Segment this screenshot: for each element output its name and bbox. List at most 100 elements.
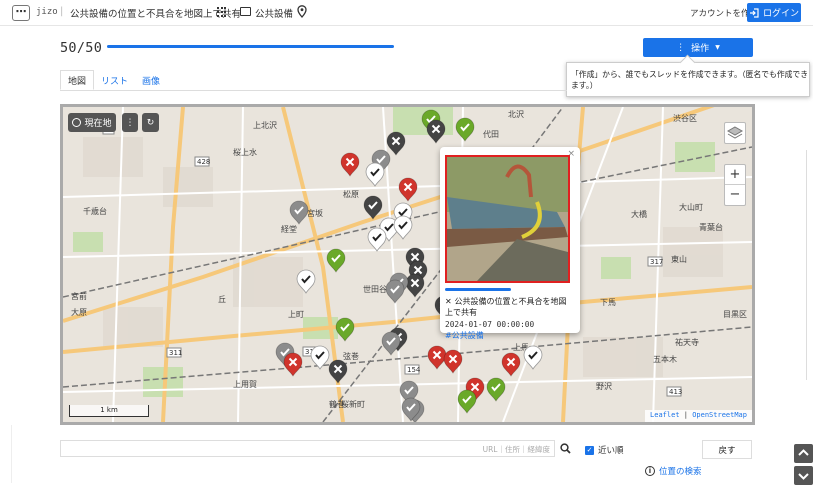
apps-grid-icon[interactable]	[217, 7, 227, 17]
popup-divider	[445, 288, 511, 291]
chevron-up-icon	[798, 449, 809, 456]
popup-date: 2024-01-07 00:00:00	[445, 320, 535, 329]
layers-icon	[726, 126, 744, 139]
search-icon[interactable]	[560, 443, 571, 454]
login-icon	[749, 7, 759, 18]
place-label: 渋谷区	[673, 113, 697, 123]
chat-icon[interactable]	[240, 7, 251, 16]
crosshair-icon	[72, 118, 82, 127]
app-name[interactable]: jizo	[36, 7, 58, 17]
equipment-photo[interactable]	[445, 155, 570, 283]
place-label: 上用賀	[233, 379, 257, 389]
menu-button[interactable]: ⋯	[12, 5, 30, 21]
place-label: 鶴巻	[329, 399, 345, 409]
place-label: 祐天寺	[675, 337, 699, 347]
search-placeholder: URL｜住所｜経緯度	[482, 445, 550, 454]
operations-label: 操作	[691, 44, 710, 54]
layers-button[interactable]	[724, 122, 746, 144]
road-413-label: 413	[669, 388, 682, 396]
title-separator: |	[60, 6, 64, 17]
top-bar: ⋯ jizo | 公共設備の位置と不具合を地図上で共有 公共設備 アカウントを作…	[0, 0, 813, 26]
zoom-in-button[interactable]: +	[725, 165, 745, 185]
info-icon: i	[645, 466, 655, 476]
tab-map[interactable]: 地図	[60, 70, 95, 90]
zoom-out-button[interactable]: −	[725, 185, 745, 205]
place-label: 宮坂	[307, 208, 323, 218]
location-pin-icon[interactable]	[297, 5, 307, 18]
place-label: 上町	[288, 310, 304, 319]
tab-divider	[60, 90, 567, 91]
place-label: 松原	[343, 189, 359, 199]
location-search-label: 位置の検索	[659, 467, 702, 477]
place-label: 北沢	[508, 110, 524, 119]
place-label: 目黒区	[723, 310, 747, 319]
map-tiles[interactable]: 428 311 318 317 154 23 413 渋谷区 千歳台 松原 世田…	[63, 107, 752, 422]
caret-down-icon: ▼	[715, 44, 720, 51]
current-location-button[interactable]: 現在地	[68, 113, 116, 132]
attribution-separator: |	[683, 411, 688, 419]
tooltip-text: 「作成」から、誰でもスレッドを作成できます。（匿名でも作成できます。）	[571, 69, 809, 90]
place-label: 下馬	[600, 298, 616, 307]
operations-button[interactable]: ⋮ 操作 ▼	[643, 38, 753, 57]
refresh-button[interactable]: ↻	[142, 113, 159, 132]
page-title: 公共設備の位置と不具合を地図上で共有	[70, 9, 242, 20]
map-scale: 1 km	[69, 405, 149, 417]
place-label: 代田	[483, 129, 499, 139]
popup-title[interactable]: ✕ 公共設備の位置と不具合を地図上で共有	[445, 296, 573, 318]
location-search-link[interactable]: i 位置の検索	[645, 465, 702, 477]
place-label: 青葉台	[699, 222, 723, 232]
place-label: 大橋	[631, 209, 647, 219]
refresh-icon: ↻	[146, 117, 155, 128]
place-label: 弦巻	[343, 351, 359, 361]
place-label: 世田谷	[363, 284, 387, 294]
tab-images[interactable]: 画像	[135, 70, 167, 90]
place-label: 経堂	[281, 224, 297, 234]
place-label: 丘	[218, 295, 226, 304]
nearby-label: 近い順	[598, 446, 624, 456]
road-317-label: 317	[650, 258, 663, 266]
count-progress-bar	[107, 45, 394, 48]
road-311-label: 311	[169, 349, 182, 357]
marker-popup: × ✕ 公共設備の位置と不具合を地図上で共有 2024-01-07 00:00:…	[440, 147, 580, 340]
place-label: 野沢	[596, 382, 612, 391]
place-label: 千歳台	[83, 206, 107, 216]
status-x-icon: ✕	[445, 297, 455, 306]
zoom-control: + −	[724, 164, 746, 206]
place-label: 大原	[71, 307, 87, 317]
current-location-label: 現在地	[84, 119, 112, 129]
leaflet-link[interactable]: Leaflet	[650, 411, 680, 419]
tab-list[interactable]: リスト	[94, 70, 135, 90]
place-label: 桜上水	[233, 147, 257, 157]
popup-title-text: 公共設備の位置と不具合を地図上で共有	[445, 297, 567, 317]
place-label: 上北沢	[253, 121, 277, 130]
scroll-up-button[interactable]	[794, 444, 813, 463]
place-label: 東山	[671, 254, 687, 264]
place-label: 大山町	[679, 202, 703, 212]
map-view[interactable]: 428 311 318 317 154 23 413 渋谷区 千歳台 松原 世田…	[60, 104, 755, 425]
road-428-label: 428	[197, 158, 210, 166]
chevron-down-icon	[798, 473, 809, 480]
kebab-icon: ⋮	[125, 117, 135, 128]
seesaw-photo	[447, 157, 568, 281]
nearby-sort-toggle[interactable]: ✓ 近い順	[585, 444, 624, 456]
road-154-label: 154	[407, 366, 421, 374]
back-button[interactable]: 戻す	[702, 440, 752, 459]
search-input[interactable]: URL｜住所｜経緯度	[60, 440, 555, 457]
popup-tag[interactable]: #公共設備	[445, 330, 484, 341]
page-scrollbar-track[interactable]	[806, 150, 807, 380]
nearby-checkbox[interactable]: ✓	[585, 445, 594, 455]
login-label: ログイン	[762, 9, 799, 19]
map-attribution: Leaflet | OpenStreetMap	[645, 410, 752, 422]
place-label: 五本木	[653, 354, 677, 364]
side-panel-edge	[0, 425, 12, 483]
create-tooltip: 「作成」から、誰でもスレッドを作成できます。（匿名でも作成できます。）	[566, 62, 810, 97]
osm-link[interactable]: OpenStreetMap	[692, 411, 747, 419]
thread-count: 50/50	[60, 40, 103, 56]
facility-link[interactable]: 公共設備	[255, 6, 293, 20]
map-menu-button[interactable]: ⋮	[122, 113, 138, 132]
place-label: 宮前	[71, 291, 87, 301]
view-tabs: 地図 リスト 画像	[60, 70, 167, 90]
kebab-icon: ⋮	[676, 42, 686, 53]
scroll-down-button[interactable]	[794, 466, 813, 485]
login-button[interactable]: ログイン	[747, 3, 801, 22]
